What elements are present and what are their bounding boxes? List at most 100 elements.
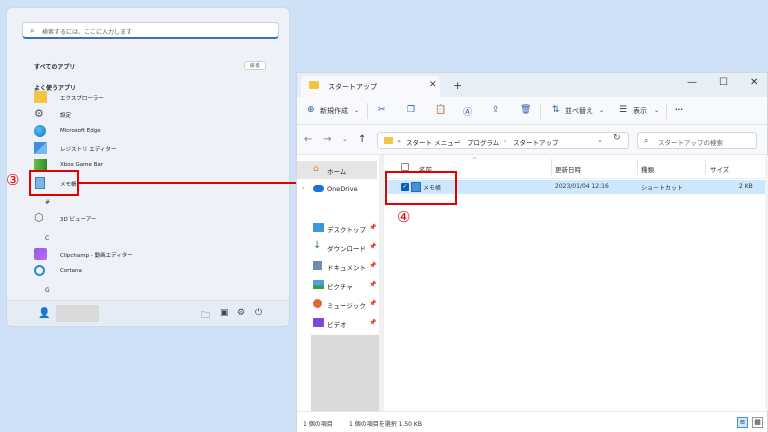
all-apps-title: すべてのアプリ bbox=[34, 64, 76, 71]
delete-icon[interactable]: 🗑 bbox=[520, 105, 531, 115]
pin-icon[interactable]: 📌 bbox=[369, 224, 376, 231]
tab-startup[interactable]: スタートアップ ✕ bbox=[301, 76, 440, 97]
recent-chevron-icon[interactable]: ⌄ bbox=[342, 135, 348, 143]
chevron-down-icon[interactable]: ⌄ bbox=[354, 107, 359, 114]
file-date: 2023/01/04 12:16 bbox=[555, 183, 609, 190]
search-icon: ⌕ bbox=[644, 136, 649, 145]
address-bar[interactable]: « スタート メニュー › プログラム › スタートアップ ⌄ bbox=[377, 132, 629, 149]
back-button[interactable]: 戻る bbox=[244, 61, 266, 70]
forward-icon[interactable]: → bbox=[323, 134, 331, 145]
sort-up-icon: ^ bbox=[472, 157, 478, 164]
view-button[interactable]: 表示 bbox=[633, 106, 647, 116]
close-window-icon[interactable]: ✕ bbox=[750, 77, 758, 88]
gear-icon: ⚙ bbox=[34, 107, 44, 120]
desktop-icon bbox=[313, 223, 324, 232]
paste-icon[interactable]: 📋 bbox=[435, 105, 446, 115]
step-3-label: ③ bbox=[6, 171, 20, 189]
pin-icon[interactable]: 📌 bbox=[369, 300, 376, 307]
nav-pane-scrollbar[interactable] bbox=[379, 155, 384, 411]
close-tab-icon[interactable]: ✕ bbox=[429, 80, 437, 90]
column-type[interactable]: 種類 bbox=[641, 164, 654, 174]
new-plus-icon[interactable]: ⊕ bbox=[307, 105, 315, 115]
nav-documents[interactable]: ドキュメント 📌 bbox=[297, 257, 383, 275]
app-3d-viewer[interactable]: ⬡ 3D ビューアー bbox=[34, 211, 274, 227]
nav-videos[interactable]: ビデオ 📌 bbox=[297, 314, 383, 332]
explorer-search-box[interactable]: ⌕ スタートアップの検索 bbox=[637, 132, 757, 149]
highlight-notepad-start bbox=[29, 170, 79, 196]
pin-icon[interactable]: 📌 bbox=[369, 262, 376, 269]
gear-icon[interactable]: ⚙ bbox=[237, 308, 245, 318]
back-icon[interactable]: ← bbox=[304, 134, 312, 145]
nav-music[interactable]: ミュージック 📌 bbox=[297, 295, 383, 313]
select-all-checkbox[interactable] bbox=[401, 163, 409, 171]
chevron-down-icon[interactable]: ⌄ bbox=[654, 107, 659, 114]
toolbar-separator bbox=[540, 103, 541, 119]
app-explorer[interactable]: エクスプローラー bbox=[34, 90, 274, 106]
nav-downloads[interactable]: ↓ ダウンロード 📌 bbox=[297, 238, 383, 256]
chevron-down-icon[interactable]: ⌄ bbox=[599, 107, 604, 114]
start-menu: ⌕ 検索するには、ここに入力します すべてのアプリ 戻る よく使うアプリ エクス… bbox=[6, 7, 290, 327]
navigation-pane: ⌂ ホーム › OneDrive デスクトップ 📌 ↓ ダウンロード 📌 ドキュ… bbox=[297, 155, 384, 411]
app-settings[interactable]: ⚙ 設定 bbox=[34, 107, 274, 123]
start-footer: 👤 🗀 ▣ ⚙ ⏻ bbox=[7, 300, 289, 326]
share-icon[interactable]: ⇪ bbox=[492, 105, 500, 115]
nav-desktop[interactable]: デスクトップ 📌 bbox=[297, 219, 383, 237]
start-search-box[interactable]: ⌕ 検索するには、ここに入力します bbox=[22, 22, 279, 39]
chevron-down-icon[interactable]: ⌄ bbox=[597, 136, 603, 144]
pin-icon[interactable]: 📌 bbox=[369, 243, 376, 250]
new-tab-icon[interactable]: + bbox=[453, 79, 462, 92]
details-view-icon[interactable]: ≡ bbox=[737, 417, 748, 428]
letter-g[interactable]: G bbox=[45, 287, 50, 294]
registry-icon bbox=[34, 142, 47, 154]
view-icon[interactable]: ☰ bbox=[619, 105, 627, 115]
tiles-view-icon[interactable]: ▦ bbox=[752, 417, 763, 428]
pin-icon[interactable]: 📌 bbox=[369, 281, 376, 288]
app-clipchamp[interactable]: Clipchamp - 動画エディター bbox=[34, 247, 274, 263]
up-icon[interactable]: ↑ bbox=[358, 134, 366, 145]
start-search-placeholder: 検索するには、ここに入力します bbox=[42, 29, 133, 36]
expand-chevron-icon[interactable]: › bbox=[302, 185, 304, 192]
file-explorer-window: スタートアップ ✕ + — ☐ ✕ ⊕ 新規作成 ⌄ ✂ ❐ 📋 Ⓐ ⇪ 🗑 ⇅… bbox=[296, 72, 768, 432]
sort-icon[interactable]: ⇅ bbox=[552, 105, 560, 115]
app-regedit[interactable]: レジストリ エディター bbox=[34, 141, 274, 157]
user-icon[interactable]: 👤 bbox=[38, 308, 50, 319]
file-folder-icon[interactable]: 🗀 bbox=[201, 308, 210, 324]
status-item-count: 1 個の項目 bbox=[303, 421, 333, 428]
sort-button[interactable]: 並べ替え bbox=[565, 106, 593, 116]
cut-icon[interactable]: ✂ bbox=[378, 105, 386, 115]
pictures-icon[interactable]: ▣ bbox=[220, 308, 229, 318]
app-cortana[interactable]: Cortana bbox=[34, 264, 274, 280]
status-bar: 1 個の項目 1 個の項目を選択 1.50 KB ≡ ▦ bbox=[297, 411, 767, 432]
toolbar-separator bbox=[666, 103, 667, 119]
breadcrumb-start-menu[interactable]: スタート メニュー bbox=[406, 137, 460, 147]
maximize-icon[interactable]: ☐ bbox=[719, 77, 728, 88]
column-size[interactable]: サイズ bbox=[710, 164, 729, 174]
clipchamp-icon bbox=[34, 248, 47, 260]
refresh-icon[interactable]: ↻ bbox=[613, 133, 621, 143]
highlight-notepad-file bbox=[385, 171, 457, 205]
user-name-redacted[interactable] bbox=[56, 305, 99, 322]
breadcrumb-programs[interactable]: プログラム bbox=[467, 137, 499, 147]
letter-c[interactable]: C bbox=[45, 235, 49, 242]
column-separator bbox=[637, 159, 638, 175]
home-icon: ⌂ bbox=[313, 164, 319, 174]
more-button[interactable]: ··· bbox=[675, 106, 683, 114]
toolbar-separator bbox=[367, 103, 368, 119]
minimize-icon[interactable]: — bbox=[687, 77, 697, 88]
column-date[interactable]: 更新日時 bbox=[555, 164, 581, 174]
download-icon: ↓ bbox=[313, 240, 322, 251]
copy-icon[interactable]: ❐ bbox=[407, 105, 415, 115]
rename-icon[interactable]: Ⓐ bbox=[463, 105, 472, 118]
edge-icon bbox=[34, 125, 46, 137]
breadcrumb-startup[interactable]: スタートアップ bbox=[513, 137, 559, 147]
app-edge[interactable]: Microsoft Edge bbox=[34, 124, 274, 140]
new-button[interactable]: 新規作成 bbox=[320, 106, 348, 116]
power-icon[interactable]: ⏻ bbox=[255, 308, 262, 318]
pin-icon[interactable]: 📌 bbox=[369, 319, 376, 326]
nav-pictures[interactable]: ピクチャ 📌 bbox=[297, 276, 383, 294]
letter-hash[interactable]: # bbox=[45, 199, 50, 206]
nav-onedrive[interactable]: › OneDrive bbox=[297, 180, 383, 198]
status-selection: 1 個の項目を選択 1.50 KB bbox=[349, 421, 422, 428]
cortana-icon bbox=[34, 265, 45, 276]
nav-home[interactable]: ⌂ ホーム bbox=[297, 161, 377, 179]
